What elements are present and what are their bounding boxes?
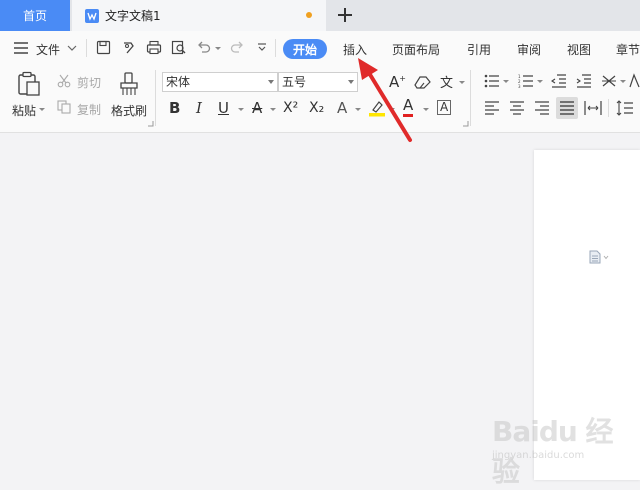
clipboard-group-expand-icon[interactable] bbox=[148, 121, 154, 127]
unsaved-dot-icon bbox=[306, 12, 312, 18]
paragraph-options-icon[interactable] bbox=[588, 250, 610, 264]
align-left-icon[interactable] bbox=[484, 101, 500, 115]
scissors-icon[interactable] bbox=[57, 74, 71, 88]
align-center-icon[interactable] bbox=[509, 101, 525, 115]
tab-review[interactable]: 审阅 bbox=[517, 41, 541, 58]
underline-dropdown-caret[interactable] bbox=[238, 108, 244, 111]
align-right-icon[interactable] bbox=[534, 101, 550, 115]
paste-button[interactable]: 粘贴 bbox=[12, 102, 36, 119]
tab-home-start[interactable]: 开始 bbox=[283, 39, 327, 59]
divider bbox=[86, 39, 87, 57]
chinese-layout-dropdown-caret[interactable] bbox=[620, 80, 626, 83]
bullet-list-dropdown-caret[interactable] bbox=[503, 80, 509, 83]
line-spacing-icon[interactable] bbox=[616, 100, 634, 116]
chevron-down-icon[interactable] bbox=[67, 45, 77, 52]
home-tab-label: 首页 bbox=[22, 9, 47, 23]
superscript-button[interactable]: X² bbox=[283, 100, 298, 116]
increase-indent-icon[interactable] bbox=[576, 74, 592, 88]
phonetic-dropdown-caret[interactable] bbox=[459, 81, 465, 84]
distributed-align-icon[interactable] bbox=[584, 100, 602, 116]
customize-toolbar-icon[interactable] bbox=[257, 43, 267, 53]
annotation-arrow-icon bbox=[352, 56, 422, 146]
writer-doc-icon bbox=[85, 8, 99, 23]
tab-chapter[interactable]: 章节 bbox=[616, 41, 640, 58]
divider bbox=[608, 99, 609, 117]
copy-icon[interactable] bbox=[57, 100, 71, 114]
text-effect-button[interactable]: A bbox=[337, 99, 347, 117]
font-color-dropdown-caret[interactable] bbox=[423, 108, 429, 111]
paste-icon[interactable] bbox=[17, 71, 41, 97]
paste-dropdown-caret[interactable] bbox=[39, 108, 45, 111]
output-as-image-icon[interactable] bbox=[121, 40, 136, 55]
strikethrough-button[interactable]: A bbox=[252, 99, 262, 117]
character-shading-button[interactable]: A bbox=[437, 100, 452, 115]
chinese-layout-icon[interactable] bbox=[601, 73, 617, 89]
undo-dropdown-caret[interactable] bbox=[215, 47, 221, 50]
phonetic-guide-label: 文 bbox=[440, 76, 454, 91]
numbered-list-dropdown-caret[interactable] bbox=[537, 80, 543, 83]
document-tab-title: 文字文稿1 bbox=[105, 9, 161, 23]
chevron-down-icon bbox=[268, 80, 274, 84]
bold-button[interactable]: B bbox=[169, 99, 180, 117]
show-hide-marks-icon[interactable] bbox=[629, 73, 640, 89]
hamburger-menu-icon[interactable] bbox=[14, 42, 28, 54]
home-tab[interactable]: 首页 bbox=[0, 0, 70, 31]
font-size-select[interactable]: 五号 bbox=[278, 72, 358, 92]
baidu-jingyan-watermark: Baidu 经验 jingyan.baidu.com bbox=[492, 408, 622, 488]
font-name-select[interactable]: 宋体 bbox=[162, 72, 278, 92]
strikethrough-dropdown-caret[interactable] bbox=[270, 108, 276, 111]
watermark-url: jingyan.baidu.com bbox=[492, 450, 585, 461]
underline-button[interactable]: U bbox=[218, 99, 229, 117]
file-menu[interactable]: 文件 bbox=[36, 41, 60, 58]
italic-button[interactable]: I bbox=[196, 99, 202, 117]
print-preview-icon[interactable] bbox=[171, 40, 187, 55]
font-name-value: 宋体 bbox=[166, 75, 191, 89]
save-icon[interactable] bbox=[96, 40, 111, 55]
print-icon[interactable] bbox=[146, 40, 162, 55]
format-painter-button[interactable]: 格式刷 bbox=[111, 102, 147, 119]
decrease-indent-icon[interactable] bbox=[551, 74, 567, 88]
redo-icon[interactable] bbox=[229, 40, 245, 55]
justify-button[interactable] bbox=[556, 97, 578, 119]
subscript-button[interactable]: X₂ bbox=[309, 100, 324, 116]
bullet-list-icon[interactable] bbox=[484, 74, 500, 88]
format-painter-icon[interactable] bbox=[119, 71, 139, 97]
copy-button[interactable]: 复制 bbox=[77, 101, 101, 118]
font-group-expand-icon[interactable] bbox=[463, 121, 469, 127]
document-tab[interactable]: 文字文稿1 bbox=[72, 0, 326, 31]
new-tab-button[interactable] bbox=[334, 4, 356, 26]
justify-icon bbox=[559, 101, 575, 115]
divider bbox=[470, 70, 471, 126]
tab-view[interactable]: 视图 bbox=[567, 41, 591, 58]
tab-home-start-label: 开始 bbox=[292, 42, 317, 57]
tab-references[interactable]: 引用 bbox=[467, 41, 491, 58]
font-size-value: 五号 bbox=[282, 75, 307, 89]
cut-button[interactable]: 剪切 bbox=[77, 74, 101, 91]
divider bbox=[155, 70, 156, 126]
undo-icon[interactable] bbox=[196, 40, 212, 55]
svg-text:3: 3 bbox=[518, 84, 521, 88]
numbered-list-icon[interactable]: 123 bbox=[518, 74, 534, 88]
divider bbox=[275, 39, 276, 57]
phonetic-guide-button[interactable]: 文 bbox=[440, 72, 453, 91]
